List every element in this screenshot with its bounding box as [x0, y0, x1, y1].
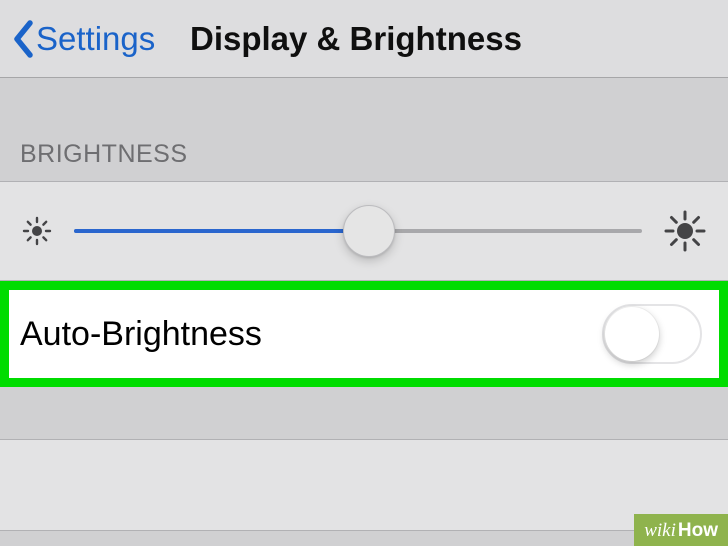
- page-title: Display & Brightness: [190, 20, 522, 58]
- slider-track-fill: [74, 229, 369, 233]
- nav-bar: Settings Display & Brightness: [0, 0, 728, 78]
- back-label: Settings: [36, 22, 155, 55]
- wikihow-watermark: wikiHow: [634, 514, 728, 546]
- auto-brightness-toggle[interactable]: [602, 304, 702, 364]
- watermark-wiki: wiki: [644, 520, 676, 542]
- back-button[interactable]: Settings: [12, 20, 155, 58]
- auto-brightness-row: Auto-Brightness: [0, 281, 728, 387]
- section-gap: [0, 387, 728, 439]
- brightness-slider-row: [0, 181, 728, 281]
- chevron-left-icon: [12, 20, 34, 58]
- sun-small-icon: [22, 216, 52, 246]
- brightness-slider[interactable]: [74, 205, 642, 257]
- sun-large-icon: [664, 210, 706, 252]
- section-header-brightness: BRIGHTNESS: [0, 78, 728, 181]
- next-row-placeholder: [0, 439, 728, 531]
- toggle-knob: [605, 307, 659, 361]
- highlighted-row: Auto-Brightness: [0, 281, 728, 387]
- watermark-how: How: [678, 520, 718, 542]
- auto-brightness-label: Auto-Brightness: [20, 315, 262, 354]
- slider-thumb[interactable]: [343, 205, 395, 257]
